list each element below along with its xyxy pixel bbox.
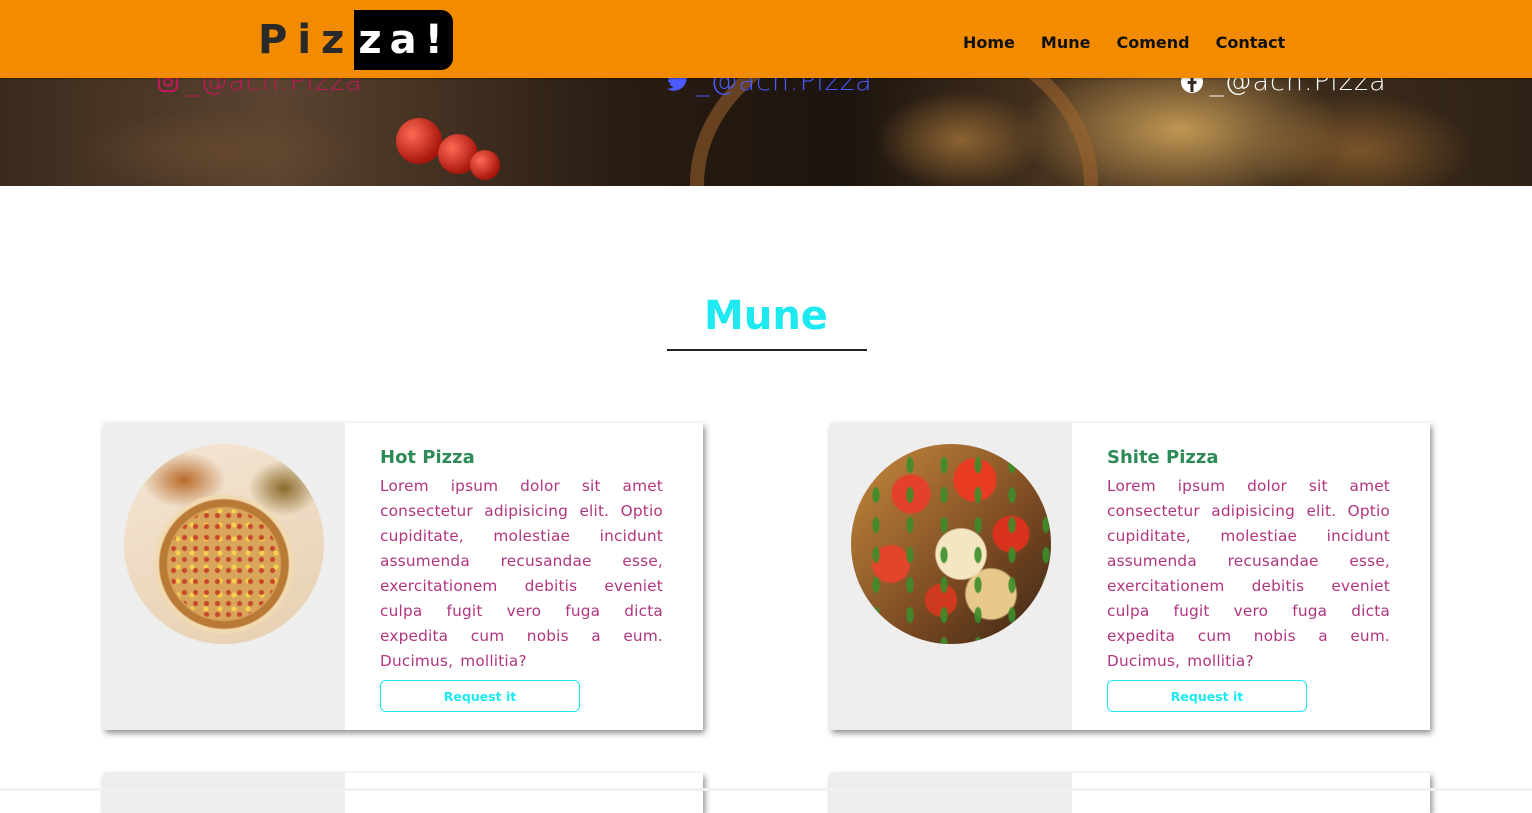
card-description: Lorem ipsum dolor sit amet consectetur a… (1107, 477, 1390, 670)
card-media (103, 773, 345, 813)
logo-text-part2: za! (354, 10, 453, 70)
pizza-toppings (124, 444, 324, 644)
top-navbar: Piz za! Home Mune Comend Contact (0, 0, 1532, 78)
nav-contact[interactable]: Contact (1216, 33, 1286, 52)
main-nav: Home Mune Comend Contact (963, 33, 1311, 52)
nav-home[interactable]: Home (963, 33, 1015, 52)
logo-text-part1: Piz (258, 17, 355, 63)
card-media (830, 773, 1072, 813)
card-title: Hot Pizza (380, 447, 475, 468)
card-body: Hot Pizza Lorem ipsum dolor sit amet con… (345, 423, 663, 730)
menu-section-title: Mune (704, 293, 828, 339)
section-title-underline (667, 349, 867, 351)
card-body: Shite Pizza Lorem ipsum dolor sit amet c… (1072, 423, 1390, 730)
hero-tomato (470, 150, 500, 180)
pizza-basil (851, 444, 1051, 644)
logo[interactable]: Piz za! (258, 10, 453, 70)
pizza-image (851, 444, 1051, 644)
request-button[interactable]: Request it (1107, 680, 1307, 712)
menu-card: Hot Pizza Lorem ipsum dolor sit amet con… (103, 423, 703, 730)
pizza-image (124, 444, 324, 644)
card-title: Shite Pizza (1107, 447, 1219, 468)
nav-comend[interactable]: Comend (1116, 33, 1189, 52)
menu-card-partial (830, 773, 1430, 813)
hero-tomato (396, 118, 442, 164)
nav-mune[interactable]: Mune (1041, 33, 1091, 52)
menu-card-partial (103, 773, 703, 813)
card-description: Lorem ipsum dolor sit amet consectetur a… (380, 477, 663, 670)
request-button[interactable]: Request it (380, 680, 580, 712)
menu-card: Shite Pizza Lorem ipsum dolor sit amet c… (830, 423, 1430, 730)
card-media (103, 423, 345, 730)
card-media (830, 423, 1072, 730)
